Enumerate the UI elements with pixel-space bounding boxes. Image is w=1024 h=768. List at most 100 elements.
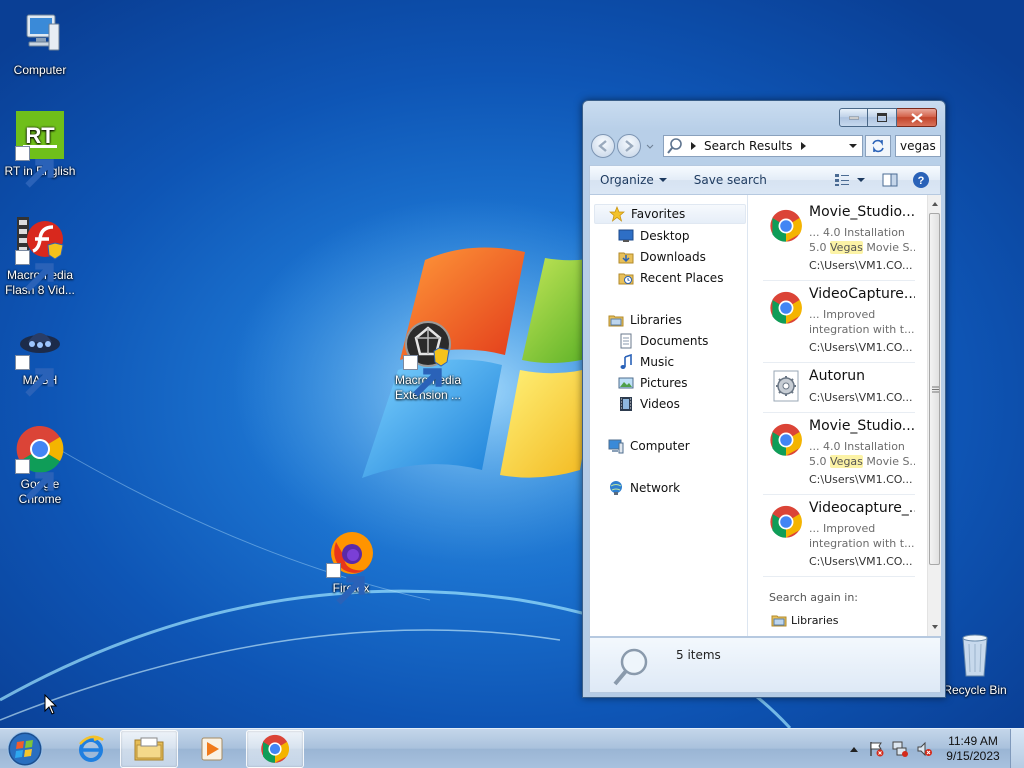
save-search-button[interactable]: Save search xyxy=(684,166,777,194)
nav-item-music[interactable]: Music xyxy=(618,352,674,372)
search-result-item[interactable]: Movie_Studio... ... 4.0 Installation 5.0… xyxy=(763,199,915,281)
address-bar[interactable]: Search Results xyxy=(663,135,863,157)
result-path: C:\Users\VM1.CO... xyxy=(809,473,913,486)
windows-orb-icon xyxy=(7,731,43,767)
search-again-label: Search again in: xyxy=(769,591,859,604)
settings-file-icon xyxy=(769,369,803,403)
desktop-icon-computer[interactable]: Computer xyxy=(0,10,80,78)
search-result-item[interactable]: Movie_Studio... ... 4.0 Installation 5.0… xyxy=(763,413,915,495)
vertical-scrollbar[interactable] xyxy=(927,195,941,636)
scroll-up-arrow[interactable] xyxy=(928,197,942,211)
nav-item-libraries[interactable]: Libraries xyxy=(608,310,682,330)
organize-label: Organize xyxy=(600,173,654,187)
item-count: 5 items xyxy=(676,648,721,662)
nav-item-documents[interactable]: Documents xyxy=(618,331,708,351)
nav-item-computer[interactable]: Computer xyxy=(608,436,690,456)
chrome-icon xyxy=(769,423,803,457)
close-button[interactable] xyxy=(897,108,937,127)
nav-item-label: Network xyxy=(630,481,681,495)
network-status-icon xyxy=(892,741,908,757)
downloads-folder-icon xyxy=(618,249,634,265)
system-clock[interactable]: 11:49 AM 9/15/2023 xyxy=(936,734,1010,764)
desktop-icon-mash[interactable]: MASH xyxy=(0,320,80,397)
help-button[interactable]: ? xyxy=(906,166,940,194)
result-snippet: ... 4.0 Installation xyxy=(809,226,905,239)
nav-item-label: Libraries xyxy=(630,313,682,327)
taskbar-internet-explorer[interactable] xyxy=(62,730,120,768)
nav-item-favorites[interactable]: Favorites xyxy=(594,204,746,224)
recent-pages-button[interactable] xyxy=(645,141,655,151)
nav-item-downloads[interactable]: Downloads xyxy=(618,247,706,267)
explorer-window[interactable]: Search Results vegas p Organize Save sea… xyxy=(582,100,946,698)
desktop-icon-rt-in-english[interactable]: RT RT in English xyxy=(0,111,80,188)
nav-item-videos[interactable]: Videos xyxy=(618,394,680,414)
shortcut-arrow-icon xyxy=(326,563,365,605)
snippet-text: 5.0 xyxy=(809,241,830,254)
back-button[interactable] xyxy=(591,134,615,158)
result-path: C:\Users\VM1.CO... xyxy=(809,391,913,404)
minimize-button[interactable] xyxy=(839,108,868,127)
address-dropdown-icon[interactable] xyxy=(847,140,859,152)
taskbar-windows-explorer[interactable] xyxy=(120,730,178,768)
change-view-button[interactable] xyxy=(830,166,854,194)
scroll-down-arrow[interactable] xyxy=(928,620,942,634)
search-result-item[interactable]: Autorun C:\Users\VM1.CO... xyxy=(763,363,915,413)
forward-button[interactable] xyxy=(617,134,641,158)
system-tray: 11:49 AM 9/15/2023 xyxy=(844,729,1024,768)
result-name: VideoCapture... xyxy=(809,286,915,302)
computer-icon xyxy=(15,10,65,60)
view-options-icon xyxy=(835,174,849,186)
nav-item-network[interactable]: Network xyxy=(608,478,680,498)
shortcut-arrow-icon xyxy=(403,355,442,397)
start-button[interactable] xyxy=(5,730,45,768)
desktop-icon-firefox[interactable]: Firefox xyxy=(311,528,391,605)
preview-pane-button[interactable] xyxy=(874,166,906,194)
pictures-icon xyxy=(618,375,634,391)
organize-button[interactable]: Organize xyxy=(590,166,678,194)
desktop[interactable]: Computer RT RT in English Macromedia Fla… xyxy=(0,0,1024,728)
search-result-item[interactable]: Videocapture_... ... Improved integratio… xyxy=(763,495,915,577)
breadcrumb-arrow-icon xyxy=(801,142,807,150)
result-name: Autorun xyxy=(809,368,866,384)
maximize-button[interactable] xyxy=(868,108,897,127)
network-status-button[interactable] xyxy=(888,741,912,757)
desktop-icon-macromedia-flash[interactable]: Macromedia Flash 8 Vid... xyxy=(0,215,80,298)
preview-pane-icon xyxy=(882,173,898,187)
action-center-button[interactable] xyxy=(864,741,888,757)
view-dropdown-button[interactable] xyxy=(854,166,874,194)
search-results-list: Movie_Studio... ... 4.0 Installation 5.0… xyxy=(749,195,927,636)
desktop-icon-recycle-bin[interactable]: Recycle Bin xyxy=(935,630,1015,698)
result-snippet: integration with t... xyxy=(809,537,915,550)
search-again-libraries-link[interactable]: Libraries xyxy=(771,613,839,627)
desktop-icon-macromedia-extension[interactable]: Macromedia Extension ... xyxy=(388,320,468,403)
refresh-button[interactable] xyxy=(865,135,891,157)
desktop-icon-google-chrome[interactable]: Google Chrome xyxy=(0,424,80,507)
chevron-down-icon xyxy=(658,178,667,182)
nav-item-label: Pictures xyxy=(640,376,688,390)
search-icon xyxy=(613,648,648,686)
shortcut-arrow-icon xyxy=(15,146,54,188)
nav-item-pictures[interactable]: Pictures xyxy=(618,373,688,393)
forward-arrow-icon xyxy=(625,140,634,152)
volume-button[interactable] xyxy=(912,741,936,757)
result-snippet: integration with t... xyxy=(809,323,915,336)
libraries-icon xyxy=(771,615,787,627)
windows-explorer-icon xyxy=(134,737,164,761)
show-desktop-button[interactable] xyxy=(1010,729,1024,768)
search-result-item[interactable]: VideoCapture... ... Improved integration… xyxy=(763,281,915,363)
nav-item-desktop[interactable]: Desktop xyxy=(618,226,690,246)
svg-text:?: ? xyxy=(918,175,925,187)
volume-muted-icon xyxy=(917,741,932,757)
star-icon xyxy=(609,206,625,222)
taskbar-google-chrome[interactable] xyxy=(246,730,304,768)
nav-item-label: Videos xyxy=(640,397,680,411)
search-input[interactable]: vegas p xyxy=(895,135,941,157)
address-segment[interactable]: Search Results xyxy=(704,139,792,153)
nav-item-recent-places[interactable]: Recent Places xyxy=(618,268,723,288)
search-folder-icon xyxy=(667,138,682,154)
action-center-flag-icon xyxy=(870,742,884,757)
minimize-icon xyxy=(848,116,859,119)
scrollbar-thumb[interactable] xyxy=(929,213,940,565)
show-hidden-icons-button[interactable] xyxy=(844,745,864,753)
taskbar-media-player[interactable] xyxy=(183,730,241,768)
